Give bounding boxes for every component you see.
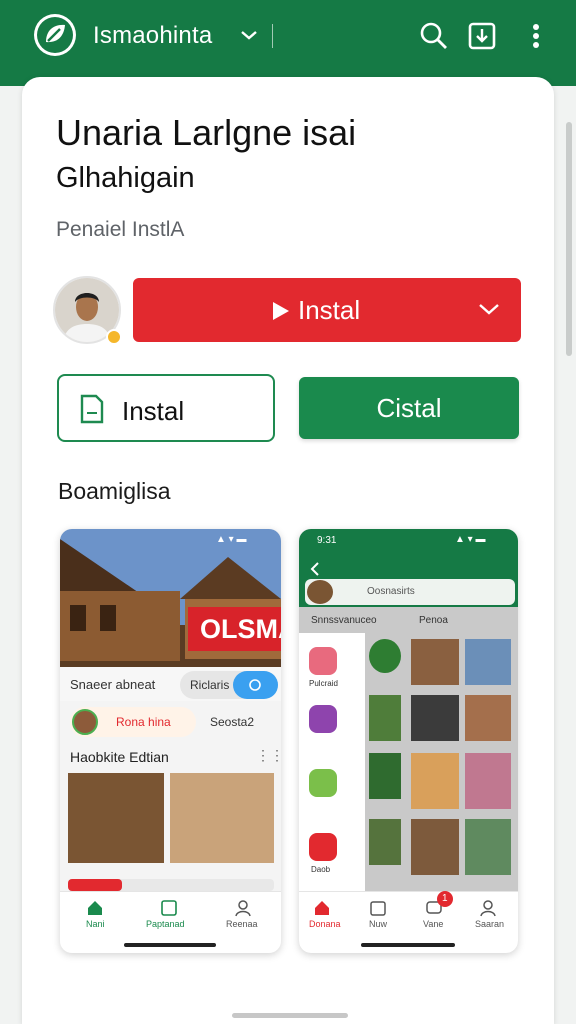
refresh-icon bbox=[249, 679, 261, 691]
nav-label[interactable]: Donana bbox=[309, 919, 341, 929]
install-secondary-button[interactable]: Instal bbox=[57, 374, 275, 442]
chevron-down-icon[interactable] bbox=[240, 28, 258, 47]
play-icon bbox=[273, 302, 289, 320]
person-icon[interactable] bbox=[234, 899, 252, 917]
scroll-handle[interactable] bbox=[232, 1013, 348, 1018]
home-icon[interactable] bbox=[86, 899, 104, 917]
status-icons: ▲ ▾ ▬ bbox=[216, 534, 247, 545]
search-label[interactable]: Snaeer abneat bbox=[70, 677, 155, 692]
nav-label[interactable]: Reenaa bbox=[226, 919, 258, 929]
profile-avatar bbox=[72, 709, 98, 735]
grid-photo[interactable] bbox=[369, 695, 401, 741]
person-icon[interactable] bbox=[479, 899, 497, 917]
document-icon bbox=[80, 394, 104, 424]
grid-icon[interactable]: ⋮⋮ bbox=[256, 747, 281, 764]
avatar[interactable] bbox=[307, 580, 333, 604]
publisher-name[interactable]: Penaiel InstlA bbox=[56, 218, 184, 242]
grid-photo[interactable] bbox=[411, 695, 459, 741]
scrollbar[interactable] bbox=[566, 122, 572, 356]
gesture-bar bbox=[124, 943, 216, 947]
nav-label[interactable]: Saaran bbox=[475, 919, 504, 929]
grid-photo[interactable] bbox=[411, 819, 459, 875]
grid-photo[interactable] bbox=[411, 639, 459, 685]
badge-count: 1 bbox=[442, 893, 448, 904]
leaf-logo-icon[interactable] bbox=[34, 14, 76, 56]
install-button[interactable]: Instal bbox=[133, 278, 521, 342]
chevron-down-icon[interactable] bbox=[478, 302, 500, 316]
nav-label[interactable]: Vane bbox=[423, 919, 443, 929]
grid-photo[interactable] bbox=[465, 819, 511, 875]
feed-card-tag bbox=[68, 879, 122, 891]
screenshot-2[interactable]: 9:31 ▲ ▾ ▬ Oosnasirts Snnssvanuceo Penoa… bbox=[299, 529, 518, 953]
verified-badge-icon bbox=[106, 329, 122, 345]
nav-label[interactable]: Nani bbox=[86, 919, 105, 929]
more-vert-icon[interactable] bbox=[524, 20, 548, 52]
calendar-icon[interactable] bbox=[369, 899, 387, 917]
screenshots-section-title: Boamiglisa bbox=[58, 478, 171, 504]
status-time: 9:31 bbox=[317, 535, 337, 546]
install-icon[interactable] bbox=[466, 20, 498, 52]
profile-name: Rona hina bbox=[116, 715, 171, 729]
hero-banner-text: OLSMA bbox=[200, 614, 281, 644]
app-name: Unaria Larlgne isai bbox=[56, 112, 357, 153]
grid-photo[interactable] bbox=[369, 753, 401, 799]
green-action-button[interactable]: Cistal bbox=[299, 377, 519, 439]
install-button-label: Instal bbox=[298, 295, 361, 325]
app-bar: Ismaohinta bbox=[0, 0, 576, 86]
nav-label[interactable]: Paptanad bbox=[146, 919, 185, 929]
sweep-label[interactable]: Seosta2 bbox=[210, 715, 254, 729]
gesture-bar bbox=[361, 943, 455, 947]
home-icon[interactable] bbox=[313, 899, 331, 917]
drawer-app-icon[interactable] bbox=[309, 705, 337, 733]
grid-photo[interactable] bbox=[465, 639, 511, 685]
search-label: Oosnasirts bbox=[367, 586, 415, 597]
drawer-app-icon[interactable] bbox=[309, 647, 337, 675]
image-icon[interactable] bbox=[160, 899, 178, 917]
divider bbox=[272, 24, 273, 48]
status-icons: ▲ ▾ ▬ bbox=[455, 534, 486, 545]
install-secondary-label: Instal bbox=[122, 396, 185, 426]
nav-label[interactable]: Nuw bbox=[369, 919, 387, 929]
grid-photo[interactable] bbox=[369, 639, 401, 673]
grid-photo[interactable] bbox=[465, 695, 511, 741]
tab-right[interactable]: Penoa bbox=[419, 615, 448, 626]
drawer-app-icon[interactable] bbox=[309, 769, 337, 797]
grid-photo[interactable] bbox=[369, 819, 401, 865]
drawer-app-icon[interactable] bbox=[309, 833, 337, 861]
feed-photo-1[interactable] bbox=[68, 773, 164, 863]
feed-title: Haobkite Edtian bbox=[70, 749, 169, 765]
screenshot-1[interactable]: OLSMA ▲ ▾ ▬ Snaeer abneat Riclaris Rona … bbox=[60, 529, 281, 953]
grid-photo[interactable] bbox=[411, 753, 459, 809]
drawer-item-label: Pulcraid bbox=[309, 679, 338, 688]
app-title[interactable]: Ismaohinta bbox=[93, 22, 212, 50]
app-subtitle: Glhahigain bbox=[56, 162, 195, 194]
chip-label: Riclaris bbox=[190, 678, 230, 692]
drawer-item-label: Daob bbox=[311, 865, 331, 874]
back-arrow-icon[interactable] bbox=[309, 561, 321, 577]
tab-left[interactable]: Snnssvanuceo bbox=[311, 615, 377, 626]
search-icon[interactable] bbox=[418, 20, 450, 52]
feed-photo-2[interactable] bbox=[170, 773, 274, 863]
grid-photo[interactable] bbox=[465, 753, 511, 809]
